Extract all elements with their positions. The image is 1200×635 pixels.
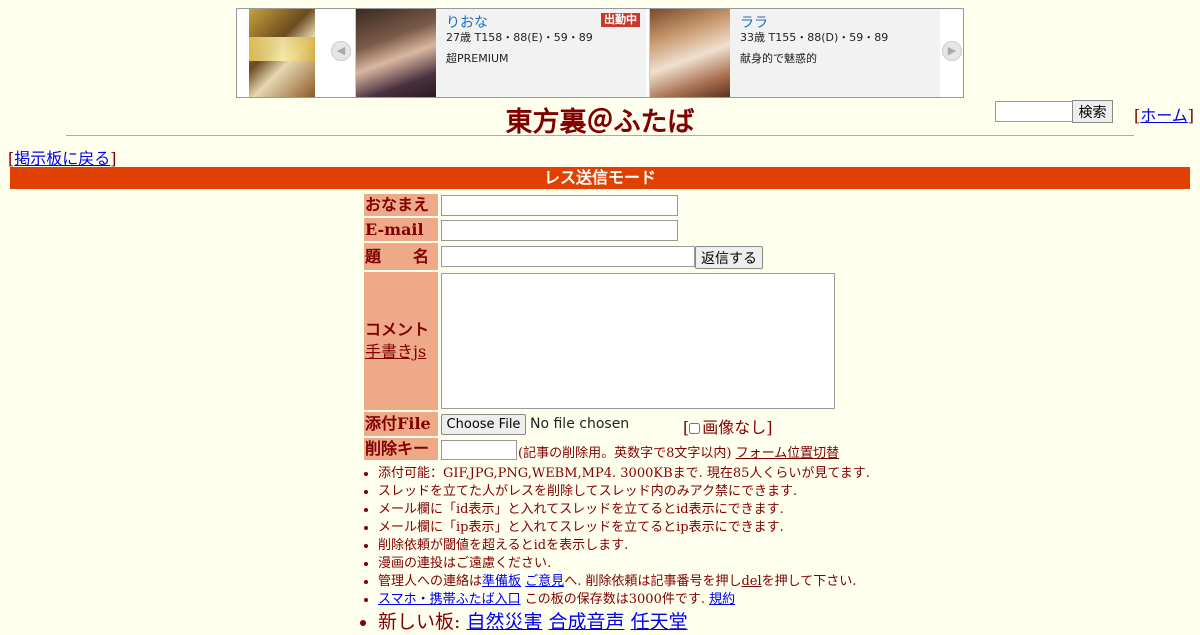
note-text: メール欄に「id表示」と入れてスレッドを立てるとid表示にできます. (378, 502, 784, 517)
banner-card[interactable]: ララ 33歳 T155・88(D)・59・89 献身的で魅惑的 (649, 9, 940, 97)
rules-link[interactable]: 規約 (709, 592, 735, 607)
banner-thumbnail[interactable] (249, 9, 315, 97)
prep-board-link[interactable]: 準備板 (482, 574, 521, 589)
note-text: メール欄に「ip表示」と入れてスレッドを立てるとip表示にできます. (378, 520, 784, 535)
delete-key-label: 削除キー (364, 438, 438, 460)
reply-mode-bar: レス送信モード (10, 167, 1190, 189)
note-text: 削除依頼が閾値を超えるとidを表示します. (378, 538, 629, 553)
handwrite-js-link[interactable]: 手書きjs (365, 341, 438, 363)
list-item: スマホ・携帯ふたば入口 この板の保存数は3000件です. 規約 (378, 591, 870, 609)
del-link[interactable]: del (741, 574, 761, 589)
comment-label: コメント (365, 320, 430, 339)
list-item: 添付可能：GIF,JPG,PNG,WEBM,MP4. 3000KBまで. 現在8… (378, 465, 870, 483)
banner-card-photo[interactable] (356, 9, 436, 97)
banner-next-icon[interactable]: ▶ (942, 41, 962, 61)
email-input[interactable] (441, 220, 678, 241)
divider (66, 135, 1134, 136)
ad-banner: ◀ りおな 27歳 T158・88(E)・59・89 超PREMIUM 出勤中 … (236, 8, 964, 98)
banner-card-spec: 27歳 T158・88(E)・59・89 (446, 31, 593, 44)
delete-key-note: (記事の削除用。英数字で8文字以内) (518, 446, 732, 461)
list-item: 管理人への連絡は準備板 ご意見へ. 削除依頼は記事番号を押しdelを押して下さい… (378, 573, 870, 591)
no-image-option[interactable]: [画像なし] (683, 414, 773, 438)
banner-card-desc: 献身的で魅惑的 (740, 52, 817, 65)
email-label: E-mail (364, 218, 438, 241)
name-label: おなまえ (364, 194, 438, 216)
feedback-link[interactable]: ご意見 (525, 574, 564, 589)
search-button[interactable]: 検索 (1072, 100, 1113, 123)
list-item: スレッドを立てた人がレスを削除してスレッド内のみアク禁にできます. (378, 483, 870, 501)
list-item: 新しい板: 自然災害 合成音声 任天堂 (378, 609, 870, 635)
list-item: メール欄に「id表示」と入れてスレッドを立てるとid表示にできます. (378, 501, 870, 519)
back-link-wrapper: [掲示板に戻る] (8, 149, 117, 168)
no-image-checkbox[interactable] (689, 423, 701, 434)
subject-input[interactable] (441, 246, 695, 267)
choose-file-button[interactable]: Choose File (441, 414, 526, 435)
notes-list: 添付可能：GIF,JPG,PNG,WEBM,MP4. 3000KBまで. 現在8… (360, 465, 870, 635)
note-text: を押して下さい. (761, 574, 857, 589)
comment-textarea[interactable] (441, 273, 835, 409)
note-text: 添付可能：GIF,JPG,PNG,WEBM,MP4. 3000KBまで. 現在8… (378, 466, 870, 481)
list-item: メール欄に「ip表示」と入れてスレッドを立てるとip表示にできます. (378, 519, 870, 537)
reply-submit-button[interactable]: 返信する (695, 246, 763, 269)
banner-card-photo[interactable] (650, 9, 730, 97)
note-text: 管理人への連絡は (378, 574, 483, 589)
home-link-wrapper: [ホーム] (1134, 106, 1195, 125)
search-input[interactable] (995, 101, 1077, 122)
banner-prev-icon[interactable]: ◀ (331, 41, 351, 61)
home-link[interactable]: ホーム (1140, 106, 1188, 125)
file-label: 添付File (364, 412, 438, 436)
delete-key-input[interactable] (441, 440, 517, 460)
note-text: へ. 削除依頼は記事番号を押し (564, 574, 742, 589)
form-position-toggle-link[interactable]: フォーム位置切替 (736, 446, 840, 461)
back-to-board-link[interactable]: 掲示板に戻る (14, 149, 110, 168)
banner-card-desc: 超PREMIUM (446, 52, 509, 65)
file-status-text: No file chosen (530, 416, 630, 432)
note-text: この板の保存数は3000件です. (520, 592, 705, 607)
delete-key-note-wrapper: (記事の削除用。英数字で8文字以内) フォーム位置切替 (518, 442, 839, 461)
list-item: 漫画の連投はご遠慮ください. (378, 555, 870, 573)
subject-label: 題 名 (364, 243, 438, 270)
list-item: 削除依頼が閾値を超えるとidを表示します. (378, 537, 870, 555)
status-badge: 出勤中 (601, 13, 640, 27)
name-input[interactable] (441, 195, 678, 216)
banner-card-spec: 33歳 T155・88(D)・59・89 (740, 31, 889, 44)
mobile-entrance-link[interactable]: スマホ・携帯ふたば入口 (378, 592, 521, 607)
banner-card[interactable]: りおな 27歳 T158・88(E)・59・89 超PREMIUM 出勤中 (355, 9, 646, 97)
no-image-label: 画像なし (702, 418, 767, 437)
note-text: スレッドを立てた人がレスを削除してスレッド内のみアク禁にできます. (378, 484, 798, 499)
comment-label-cell: コメント 手書きjs (364, 272, 438, 410)
note-text: 漫画の連投はご遠慮ください. (378, 556, 552, 571)
